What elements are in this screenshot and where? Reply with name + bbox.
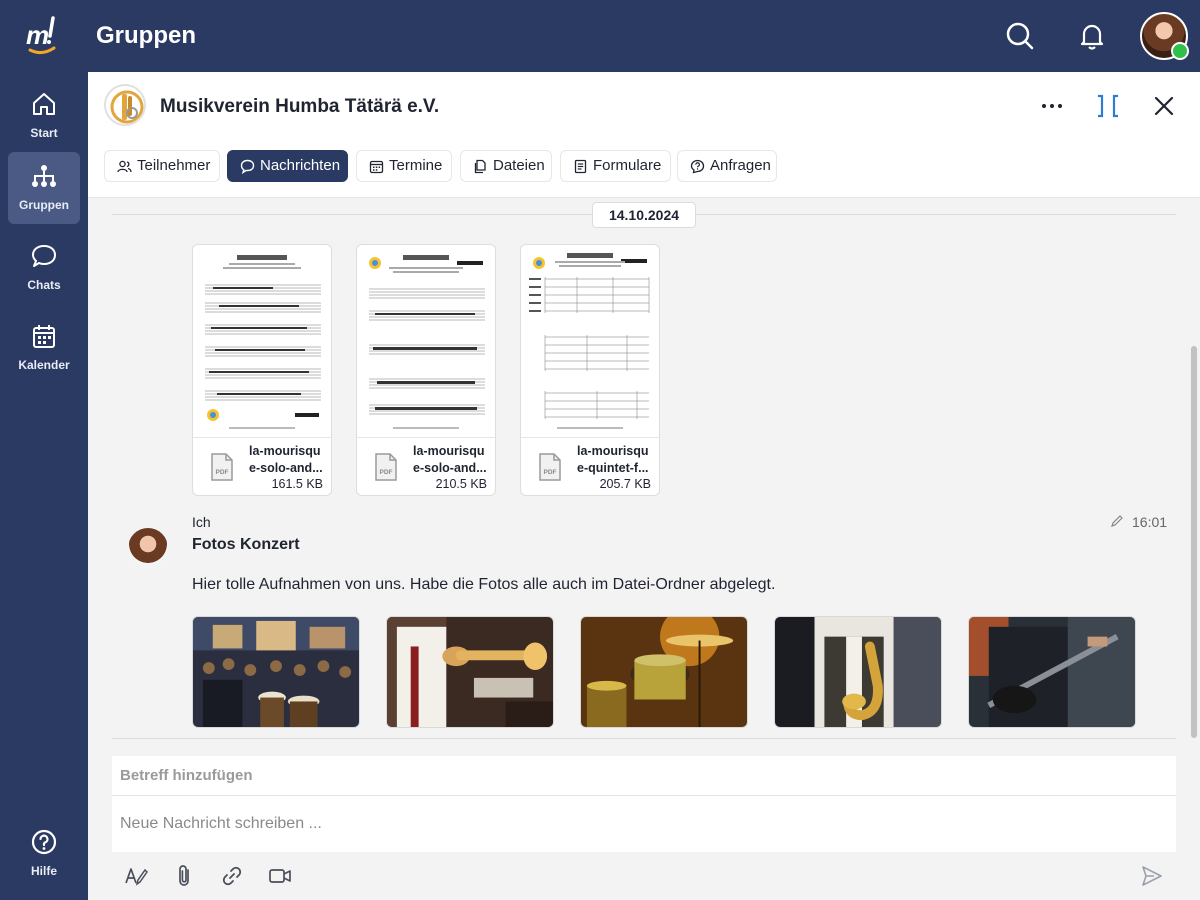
tab-label: Formulare — [593, 157, 662, 174]
sidebar-item-kalender[interactable]: Kalender — [8, 312, 80, 384]
groups-icon — [32, 165, 56, 187]
search-icon[interactable] — [1004, 20, 1036, 52]
send-icon[interactable] — [1140, 864, 1164, 888]
chat-icon — [32, 245, 56, 267]
sidebar-item-hilfe[interactable]: Hilfe — [8, 818, 80, 890]
edit-icon[interactable] — [1110, 514, 1124, 528]
file-size: 210.5 KB — [435, 477, 487, 491]
svg-text:m: m — [26, 20, 49, 50]
tab-teilnehmer[interactable]: Teilnehmer — [104, 150, 220, 182]
message-author-avatar[interactable] — [128, 528, 168, 568]
message-text: Hier tolle Aufnahmen von uns. Habe die F… — [192, 576, 776, 593]
bell-icon[interactable] — [1076, 20, 1108, 52]
sidebar-item-label: Hilfe — [30, 864, 57, 878]
tab-label: Termine — [389, 157, 443, 174]
expand-icon[interactable] — [1094, 92, 1122, 120]
video-icon[interactable] — [268, 864, 292, 888]
link-icon[interactable] — [220, 864, 244, 888]
tab-label: Teilnehmer — [137, 157, 211, 174]
message-icon — [240, 159, 255, 174]
message-time: 16:01 — [1132, 514, 1168, 530]
file-attachment[interactable]: PDF la-mourisqu e-solo-and... 210.5 KB — [356, 244, 496, 496]
file-attachment[interactable]: PDF la-mourisqu e-solo-and... 161.5 KB — [192, 244, 332, 496]
pdf-file-icon: PDF — [211, 453, 233, 481]
pdf-file-icon: PDF — [375, 453, 397, 481]
sheet-music-thumbnail — [199, 249, 325, 435]
message-subject: Fotos Konzert — [192, 536, 300, 553]
sidebar-item-label: Gruppen — [19, 198, 69, 212]
tab-nachrichten[interactable]: Nachrichten — [227, 150, 348, 182]
sidebar-item-gruppen[interactable]: Gruppen — [8, 152, 80, 224]
tab-anfragen[interactable]: Anfragen — [677, 150, 777, 182]
svg-text:PDF: PDF — [380, 469, 393, 476]
sidebar-item-label: Kalender — [18, 358, 70, 372]
question-icon — [690, 159, 705, 174]
file-attachment[interactable]: PDF la-mourisqu e-quintet-f... 205.7 KB — [520, 244, 660, 496]
photo-thumbnail[interactable] — [580, 616, 748, 728]
sheet-music-thumbnail — [527, 249, 653, 435]
tab-label: Dateien — [493, 157, 545, 174]
file-name: la-mourisqu e-solo-and... — [413, 444, 487, 475]
tab-formulare[interactable]: Formulare — [560, 150, 671, 182]
calendar-icon — [33, 325, 55, 348]
online-status-icon — [1171, 42, 1189, 60]
message-author: Ich — [192, 514, 211, 530]
svg-text:PDF: PDF — [544, 469, 557, 476]
files-icon — [474, 159, 486, 174]
more-options-icon[interactable] — [1038, 92, 1066, 120]
tab-label: Nachrichten — [260, 157, 341, 174]
close-icon[interactable] — [1150, 92, 1178, 120]
file-name: la-mourisqu e-quintet-f... — [577, 444, 649, 475]
file-size: 205.7 KB — [599, 477, 651, 491]
file-size: 161.5 KB — [271, 477, 323, 491]
attachment-icon[interactable] — [172, 864, 196, 888]
message-list[interactable]: 14.10.2024 PDF la-mourisqu e-solo-and...… — [88, 198, 1188, 738]
sheet-music-thumbnail — [363, 249, 489, 435]
sidebar-item-start[interactable]: Start — [8, 80, 80, 152]
calendar-icon — [369, 160, 384, 174]
help-icon — [31, 829, 57, 855]
group-panel: Musikverein Humba Tätärä e.V. Teilnehmer — [88, 72, 1200, 900]
tab-label: Anfragen — [710, 157, 771, 174]
photo-thumbnail[interactable] — [968, 616, 1136, 728]
message-scrollbar[interactable] — [1191, 346, 1197, 738]
group-header: Musikverein Humba Tätärä e.V. Teilnehmer — [88, 72, 1200, 198]
sidebar-item-label: Chats — [27, 278, 61, 292]
photo-thumbnail[interactable] — [774, 616, 942, 728]
home-icon — [33, 93, 55, 115]
sidebar-item-label: Start — [30, 126, 58, 140]
group-name: Musikverein Humba Tätärä e.V. — [160, 96, 440, 117]
message-input[interactable] — [112, 796, 1176, 852]
text-format-icon[interactable] — [124, 864, 148, 888]
group-logo — [104, 84, 146, 126]
people-icon — [117, 160, 132, 173]
sidebar: Start Gruppen Chats Kalender Hilfe — [0, 72, 88, 900]
file-name: la-mourisqu e-solo-and... — [249, 444, 323, 475]
sidebar-item-chats[interactable]: Chats — [8, 232, 80, 304]
svg-text:PDF: PDF — [216, 469, 229, 476]
app-logo[interactable]: m — [24, 14, 64, 58]
form-icon — [574, 159, 587, 174]
tab-termine[interactable]: Termine — [356, 150, 452, 182]
subject-input[interactable] — [112, 756, 1176, 796]
top-bar: m Gruppen — [0, 0, 1200, 72]
page-title: Gruppen — [96, 22, 196, 49]
tab-dateien[interactable]: Dateien — [460, 150, 552, 182]
date-chip: 14.10.2024 — [592, 202, 696, 228]
photo-thumbnail[interactable] — [386, 616, 554, 728]
pdf-file-icon: PDF — [539, 453, 561, 481]
photo-thumbnail[interactable] — [192, 616, 360, 728]
